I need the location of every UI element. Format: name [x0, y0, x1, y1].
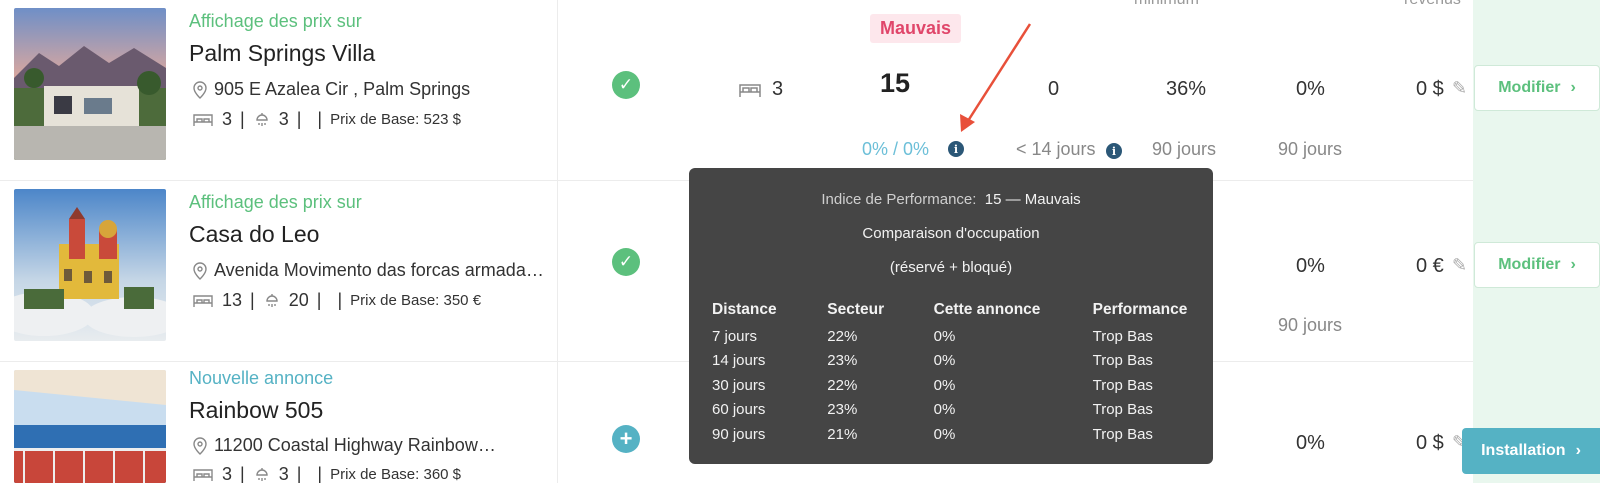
performance-score[interactable]: 15 — [880, 68, 910, 99]
listing-address: 11200 Coastal Highway Rainbow… — [192, 435, 496, 456]
installation-button[interactable]: Installation › — [1462, 428, 1600, 474]
chevron-right-icon: › — [1570, 256, 1576, 273]
revenue-window: 90 jours — [1278, 315, 1343, 335]
bed-icon — [739, 83, 761, 97]
location-pin-icon — [193, 436, 207, 455]
plus-icon[interactable]: + — [612, 425, 640, 453]
revenue-pct: 0% — [1296, 255, 1325, 277]
revenue-pct: 0% — [1296, 432, 1325, 454]
pickup-window: < 14 jours — [1016, 139, 1096, 159]
min-stay-value: 36% — [1166, 78, 1207, 100]
base-price: Prix de Base: 360 $ — [330, 466, 462, 483]
listing-address-text: 905 E Azalea Cir , Palm Springs — [214, 79, 471, 99]
listing-address: Avenida Movimento das forcas armada… — [192, 260, 544, 281]
bathroom-count: 3 — [278, 464, 289, 483]
modify-button[interactable]: Modifier › — [1474, 242, 1600, 288]
listing-name[interactable]: Palm Springs Villa — [189, 40, 375, 67]
performance-tooltip: Indice de Performance: 15 — Mauvais Comp… — [689, 168, 1213, 464]
listing-meta: 3 | 3 | | Prix de Base: 360 $ — [192, 464, 461, 483]
listing-address-text: Avenida Movimento das forcas armada… — [214, 260, 544, 280]
bed-icon — [193, 468, 213, 481]
shower-icon — [256, 467, 268, 481]
pickup-value: 0 — [1048, 78, 1060, 100]
table-row: 30 jours 22% 0% Trop Bas — [712, 376, 1153, 394]
bedroom-count: 3 — [222, 109, 233, 129]
beds-count: 3 — [772, 78, 784, 100]
location-pin-icon — [193, 261, 207, 280]
location-pin-icon — [193, 80, 207, 99]
pencil-icon[interactable]: ✎ — [1452, 78, 1472, 98]
table-header-row: Distance Secteur Cette annonce Performan… — [712, 301, 1188, 318]
revenue-pct: 0% — [1296, 78, 1325, 100]
min-stay-window: 90 jours — [1152, 139, 1217, 159]
tooltip-subtitle: (réservé + bloqué) — [889, 259, 1013, 276]
table-row: 60 jours 23% 0% Trop Bas — [712, 401, 1153, 419]
listing-thumbnail[interactable] — [14, 8, 166, 160]
bathroom-count: 20 — [288, 290, 309, 310]
check-icon[interactable]: ✓ — [612, 71, 640, 99]
chevron-right-icon: › — [1570, 79, 1576, 96]
performance-badge: Mauvais — [870, 14, 962, 43]
revenue-value: 0 $ — [1416, 78, 1444, 100]
listing-meta: 13 | 20 | | Prix de Base: 350 € — [192, 290, 481, 311]
occupancy-comparison: 0% / 0% — [862, 139, 930, 159]
listing-address-text: 11200 Coastal Highway Rainbow… — [214, 435, 496, 455]
chevron-right-icon: › — [1575, 442, 1581, 459]
listing-row: Affichage des prix sur Palm Springs Vill… — [0, 0, 1600, 181]
info-icon[interactable]: i — [1106, 143, 1122, 159]
beds-cell: 3 — [738, 78, 783, 101]
listing-thumbnail[interactable] — [14, 189, 166, 341]
pencil-icon[interactable]: ✎ — [1452, 255, 1472, 275]
info-icon[interactable]: i — [948, 141, 964, 157]
shower-icon — [256, 112, 268, 126]
tooltip-title: Comparaison d'occupation — [862, 225, 1040, 242]
listing-status: Affichage des prix sur — [189, 11, 362, 31]
revenue-window: 90 jours — [1278, 139, 1343, 159]
revenue-value: 0 $ — [1416, 432, 1444, 454]
listing-status: Affichage des prix sur — [189, 192, 362, 212]
check-icon[interactable]: ✓ — [612, 248, 640, 276]
listing-name[interactable]: Casa do Leo — [189, 221, 319, 248]
bedroom-count: 3 — [222, 464, 233, 483]
table-row: 7 jours 22% 0% Trop Bas — [712, 327, 1153, 345]
revenue-value: 0 € — [1416, 255, 1444, 277]
listing-address: 905 E Azalea Cir , Palm Springs — [192, 79, 470, 100]
bed-icon — [193, 294, 213, 307]
base-price: Prix de Base: 350 € — [350, 292, 482, 309]
listing-status: Nouvelle annonce — [189, 368, 334, 388]
listing-meta: 3 | 3 | | Prix de Base: 523 $ — [192, 109, 461, 130]
listing-name[interactable]: Rainbow 505 — [189, 397, 323, 424]
base-price: Prix de Base: 523 $ — [330, 111, 462, 128]
bathroom-count: 3 — [278, 109, 289, 129]
shower-icon — [266, 293, 278, 307]
bed-icon — [193, 113, 213, 126]
bedroom-count: 13 — [222, 290, 243, 310]
listing-thumbnail[interactable] — [14, 370, 166, 483]
table-row: 90 jours 21% 0% Trop Bas — [712, 425, 1153, 443]
occupancy-table: Distance Secteur Cette annonce Performan… — [712, 296, 1192, 447]
table-row: 14 jours 23% 0% Trop Bas — [712, 352, 1153, 370]
tooltip-perf-line: Indice de Performance: 15 — Mauvais — [821, 191, 1081, 208]
modify-button[interactable]: Modifier › — [1474, 65, 1600, 111]
